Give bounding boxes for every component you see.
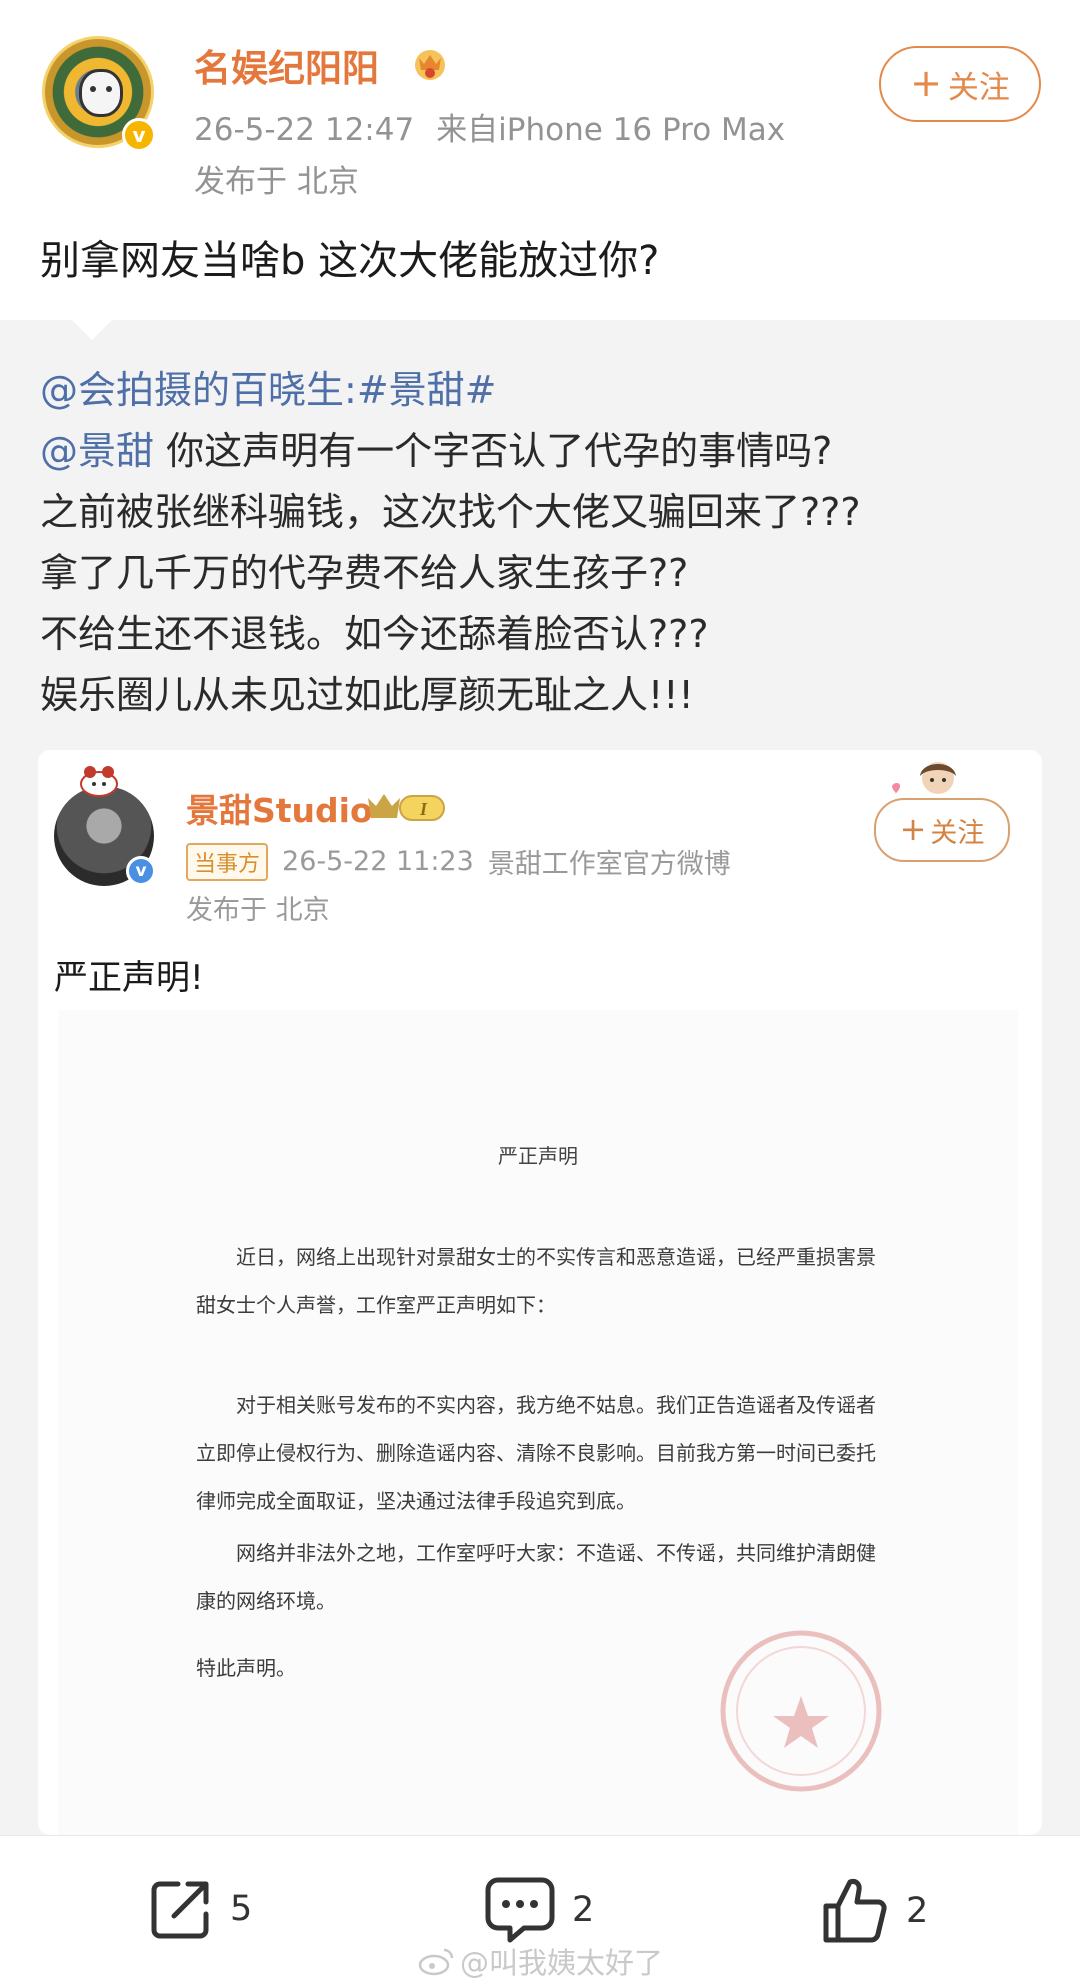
post-meta: 26-5-22 12:47 来自iPhone 16 Pro Max bbox=[194, 104, 785, 149]
member-badge-icon: I bbox=[368, 794, 445, 821]
crown-icon bbox=[415, 50, 445, 80]
repost-line-1: @会拍摄的百晓生:#景甜# bbox=[40, 360, 861, 421]
weibo-logo-icon bbox=[418, 1948, 454, 1976]
verified-badge-icon: v bbox=[122, 118, 156, 152]
watermark: @叫我姨太好了 bbox=[418, 1940, 663, 1982]
svg-text:I: I bbox=[419, 799, 428, 819]
quoted-location: 发布于 北京 bbox=[186, 895, 330, 926]
mascot-icon bbox=[80, 766, 118, 797]
document-title: 严正声明 bbox=[498, 1144, 578, 1168]
share-button[interactable]: 5 bbox=[148, 1876, 252, 1942]
share-icon bbox=[151, 1881, 209, 1939]
action-bar: 5 2 2 @叫我姨太好了 bbox=[0, 1835, 1080, 1983]
repost-line-4: 拿了几千万的代孕费不给人家生孩子?? bbox=[40, 551, 689, 595]
like-button[interactable]: 2 bbox=[820, 1876, 928, 1946]
plus-icon: + bbox=[899, 810, 927, 848]
comment-count: 2 bbox=[572, 1890, 595, 1930]
mention-link[interactable]: @会拍摄的百晓生: bbox=[40, 368, 357, 412]
thumbs-up-icon bbox=[823, 1879, 887, 1943]
quoted-timestamp: 26-5-22 11:23 bbox=[282, 846, 474, 877]
document-closing: 特此声明。 bbox=[196, 1656, 296, 1680]
official-seal-icon bbox=[720, 1630, 882, 1792]
repost-line-2-text: 你这声明有一个字否认了代孕的事情吗? bbox=[154, 429, 833, 473]
plus-icon: + bbox=[910, 60, 942, 105]
document-paragraph-1: 近日，网络上出现针对景甜女士的不实传言和恶意造谣，已经严重损害景甜女士个人声誉，… bbox=[196, 1245, 876, 1317]
hashtag-link[interactable]: #景甜# bbox=[357, 368, 497, 412]
repost-line-3: 之前被张继科骗钱，这次找个大佬又骗回来了??? bbox=[40, 490, 861, 534]
quoted-source: 景甜工作室官方微博 bbox=[487, 849, 731, 880]
document-paragraph-3: 网络并非法外之地，工作室呼吁大家：不造谣、不传谣，共同维护清朗健康的网络环境。 bbox=[196, 1541, 876, 1613]
party-tag: 当事方 bbox=[186, 842, 269, 881]
repost-line-2: @景甜 你这声明有一个字否认了代孕的事情吗? bbox=[40, 421, 861, 482]
comment-button[interactable]: 2 bbox=[484, 1876, 594, 1944]
username[interactable]: 名娱纪阳阳 bbox=[194, 38, 379, 92]
post-timestamp: 26-5-22 12:47 bbox=[194, 112, 415, 148]
post-source: 来自iPhone 16 Pro Max bbox=[436, 112, 786, 148]
quoted-post-text: 严正声明! bbox=[54, 958, 204, 998]
document-paragraph-2: 对于相关账号发布的不实内容，我方绝不姑息。我们正告造谣者及传谣者立即停止侵权行为… bbox=[196, 1393, 876, 1513]
like-count: 2 bbox=[906, 1891, 929, 1931]
statement-document-image[interactable]: 严正声明 近日，网络上出现针对景甜女士的不实传言和恶意造谣，已经严重损害景甜女士… bbox=[58, 1010, 1018, 1835]
post-text: 别拿网友当啥b 这次大佬能放过你? bbox=[40, 238, 660, 284]
post-header: v 名娱纪阳阳 26-5-22 12:47 来自iPhone 16 Pro Max… bbox=[0, 0, 1080, 320]
quoted-follow-label: 关注 bbox=[930, 817, 985, 849]
quoted-meta: 当事方 26-5-22 11:23 景甜工作室官方微博 bbox=[186, 842, 731, 881]
quoted-post-card[interactable]: v 景甜Studio I 当事方 26-5-22 11:23 景甜工作室官方微博… bbox=[38, 750, 1042, 1835]
quoted-verified-icon: v bbox=[126, 856, 156, 886]
follow-button[interactable]: + 关注 bbox=[879, 46, 1041, 122]
repost-pointer bbox=[70, 318, 114, 340]
repost-text: @会拍摄的百晓生:#景甜# @景甜 你这声明有一个字否认了代孕的事情吗? 之前被… bbox=[40, 360, 861, 726]
watermark-text: @叫我姨太好了 bbox=[460, 1946, 664, 1980]
quoted-follow-button[interactable]: + 关注 bbox=[874, 798, 1010, 862]
comment-icon bbox=[485, 1877, 555, 1943]
mention-link-jingtian[interactable]: @景甜 bbox=[40, 429, 154, 473]
repost-container[interactable]: @会拍摄的百晓生:#景甜# @景甜 你这声明有一个字否认了代孕的事情吗? 之前被… bbox=[0, 318, 1080, 1835]
repost-line-5: 不给生还不退钱。如今还舔着脸否认??? bbox=[40, 612, 709, 656]
husky-icon bbox=[79, 69, 123, 117]
share-count: 5 bbox=[230, 1889, 253, 1929]
repost-line-6: 娱乐圈儿从未见过如此厚颜无耻之人!!! bbox=[40, 673, 694, 717]
post-location: 发布于 北京 bbox=[194, 164, 359, 200]
quoted-username: 景甜Studio bbox=[186, 791, 373, 830]
follow-label: 关注 bbox=[947, 69, 1010, 106]
